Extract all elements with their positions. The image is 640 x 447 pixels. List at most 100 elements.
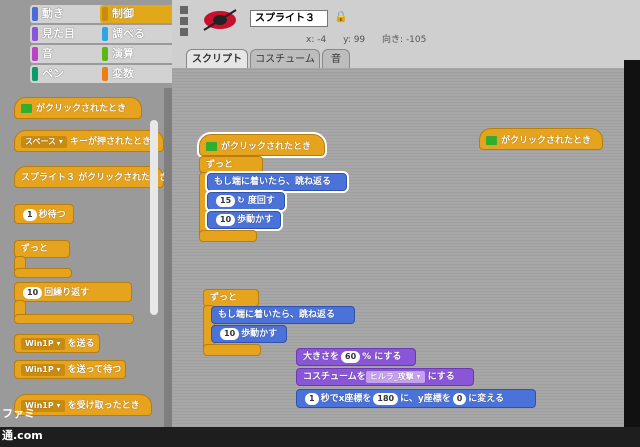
block-label: に、y座標を — [400, 394, 451, 404]
green-flag-icon — [21, 104, 32, 113]
block-label: を受け取ったとき — [67, 401, 140, 411]
tab-sounds[interactable]: 音 — [322, 49, 350, 68]
script3-move[interactable]: 10 歩動かす — [211, 325, 287, 343]
block-palette: がクリックされたとき スペース ▾ キーが押されたとき スプライト３ がクリック… — [0, 88, 164, 427]
dropdown-value: ヒルラ_攻撃 — [369, 371, 414, 381]
block-label: % にする — [362, 352, 402, 362]
dropdown-value: Win1P — [25, 364, 54, 374]
block-label: ずっと — [21, 244, 49, 254]
category-label: ペン — [42, 67, 64, 80]
palette-scrollbar[interactable] — [150, 120, 158, 315]
category-sensing[interactable]: 調べる — [100, 25, 176, 43]
script1-forever[interactable]: ずっと — [199, 156, 263, 173]
category-color-stripe — [102, 27, 108, 41]
broadcast-dropdown[interactable]: Win1P ▾ — [21, 363, 65, 376]
category-sound[interactable]: 音 — [30, 45, 106, 63]
repeat-bottom — [14, 314, 134, 324]
script4-glide[interactable]: 1 秒でx座標を 180 に、y座標を 0 に変える — [296, 389, 536, 408]
script1-forever-bottom — [199, 230, 257, 242]
palette-broadcast-and-wait[interactable]: Win1P ▾ を送って待つ — [14, 360, 126, 379]
rotation-style-buttons[interactable] — [180, 6, 190, 42]
rotate-icon[interactable] — [180, 6, 188, 14]
category-label: 制御 — [112, 7, 134, 20]
tab-costumes[interactable]: コスチューム — [250, 49, 320, 68]
block-label: に変える — [468, 394, 505, 404]
script2-when-flag-clicked[interactable]: がクリックされたとき — [479, 128, 603, 150]
palette-wait-seconds[interactable]: 1 秒待つ — [14, 204, 74, 224]
block-label: を送る — [67, 339, 95, 349]
block-label: 秒待つ — [38, 210, 66, 220]
costume-dropdown[interactable]: ヒルラ_攻撃 ▾ — [365, 370, 425, 383]
direction-label: 向き: — [382, 35, 404, 45]
category-color-stripe — [32, 47, 38, 61]
block-label: 度回す — [247, 196, 275, 206]
category-label: 変数 — [112, 67, 134, 80]
dropdown-value: Win1P — [25, 338, 54, 348]
category-control[interactable]: 制御 — [100, 5, 176, 23]
category-operators[interactable]: 演算 — [100, 45, 176, 63]
script4-set-size[interactable]: 大きさを 60% にする — [296, 348, 416, 366]
sprite-name-value: スプライト３ — [255, 13, 315, 24]
category-looks[interactable]: 見た目 — [30, 25, 106, 43]
palette-divider — [164, 88, 172, 427]
forever-bottom — [14, 268, 72, 278]
sprite-position-readout: x: -4 y: 99 向き: -105 — [306, 32, 506, 46]
category-color-stripe — [32, 67, 38, 81]
move-steps-input[interactable]: 10 — [220, 327, 240, 340]
block-label: がクリックされたとき — [221, 142, 312, 152]
glide-y-input[interactable]: 0 — [452, 392, 467, 405]
script1-turn[interactable]: 15 ↻ 度回す — [205, 190, 287, 212]
repeat-count-input[interactable]: 10 — [23, 286, 43, 299]
broadcast-dropdown[interactable]: Win1P ▾ — [21, 337, 65, 350]
palette-when-key-pressed[interactable]: スペース ▾ キーが押されたとき — [14, 130, 164, 152]
key-dropdown[interactable]: スペース ▾ — [21, 135, 67, 148]
y-label: y: — [343, 35, 351, 45]
palette-broadcast[interactable]: Win1P ▾ を送る — [14, 334, 100, 353]
block-label: もし端に着いたら、跳ね返る — [214, 177, 332, 187]
size-input[interactable]: 60 — [341, 350, 361, 363]
category-color-stripe — [102, 7, 108, 21]
flip-icon[interactable] — [180, 17, 188, 25]
palette-when-flag-clicked[interactable]: がクリックされたとき — [14, 97, 142, 119]
y-value: 99 — [353, 35, 366, 45]
block-label: がクリックされたとき — [36, 104, 127, 114]
tab-scripts[interactable]: スクリプト — [186, 49, 248, 68]
dropdown-value: スペース — [25, 136, 57, 146]
palette-when-sprite-clicked[interactable]: スプライト３ がクリックされたとき — [14, 166, 164, 188]
script1-bounce[interactable]: もし端に着いたら、跳ね返る — [205, 171, 349, 193]
tab-label: コスチューム — [255, 54, 315, 65]
move-steps-input[interactable]: 10 — [216, 213, 236, 226]
script1-move[interactable]: 10 歩動かす — [205, 209, 283, 231]
category-variables[interactable]: 変数 — [100, 65, 176, 83]
category-color-stripe — [32, 27, 38, 41]
sprite-name-field[interactable]: スプライト３ — [250, 10, 328, 27]
sprite-info-header: スプライト３ 🔒 x: -4 y: 99 向き: -105 スクリプト コスチュ… — [172, 0, 640, 68]
script1-when-flag-clicked[interactable]: がクリックされたとき — [197, 132, 327, 158]
block-label: 歩動かす — [237, 215, 274, 225]
block-label: スプライト３ がクリックされたとき — [21, 173, 164, 183]
block-label: コスチュームを — [303, 372, 366, 382]
no-rotate-icon[interactable] — [180, 28, 188, 36]
script3-bounce[interactable]: もし端に着いたら、跳ね返る — [211, 306, 355, 324]
x-value: -4 — [317, 35, 327, 45]
category-label: 見た目 — [42, 27, 75, 40]
turn-degrees-input[interactable]: 15 — [216, 194, 236, 207]
wait-seconds-input[interactable]: 1 — [23, 208, 37, 221]
block-label: 大きさを — [303, 352, 340, 362]
script4-switch-costume[interactable]: コスチュームを ヒルラ_攻撃 ▾ にする — [296, 368, 474, 386]
glide-seconds-input[interactable]: 1 — [305, 392, 319, 405]
palette-repeat[interactable]: 10 回繰り返す — [14, 282, 132, 302]
lock-icon[interactable]: 🔒 — [334, 10, 348, 24]
direction-value: -105 — [405, 35, 427, 45]
category-color-stripe — [102, 67, 108, 81]
category-motion[interactable]: 動き — [30, 5, 106, 23]
glide-x-input[interactable]: 180 — [373, 392, 399, 405]
category-label: 演算 — [112, 47, 134, 60]
block-label: を送って待つ — [67, 365, 122, 375]
block-label: 歩動かす — [241, 329, 278, 339]
category-panel: 動き 制御 見た目 調べる 音 演算 ペン 変数 — [0, 0, 176, 88]
sprite-thumbnail — [200, 8, 240, 32]
block-label: もし端に着いたら、跳ね返る — [218, 310, 336, 320]
category-pen[interactable]: ペン — [30, 65, 106, 83]
script3-forever-bottom — [203, 344, 261, 356]
